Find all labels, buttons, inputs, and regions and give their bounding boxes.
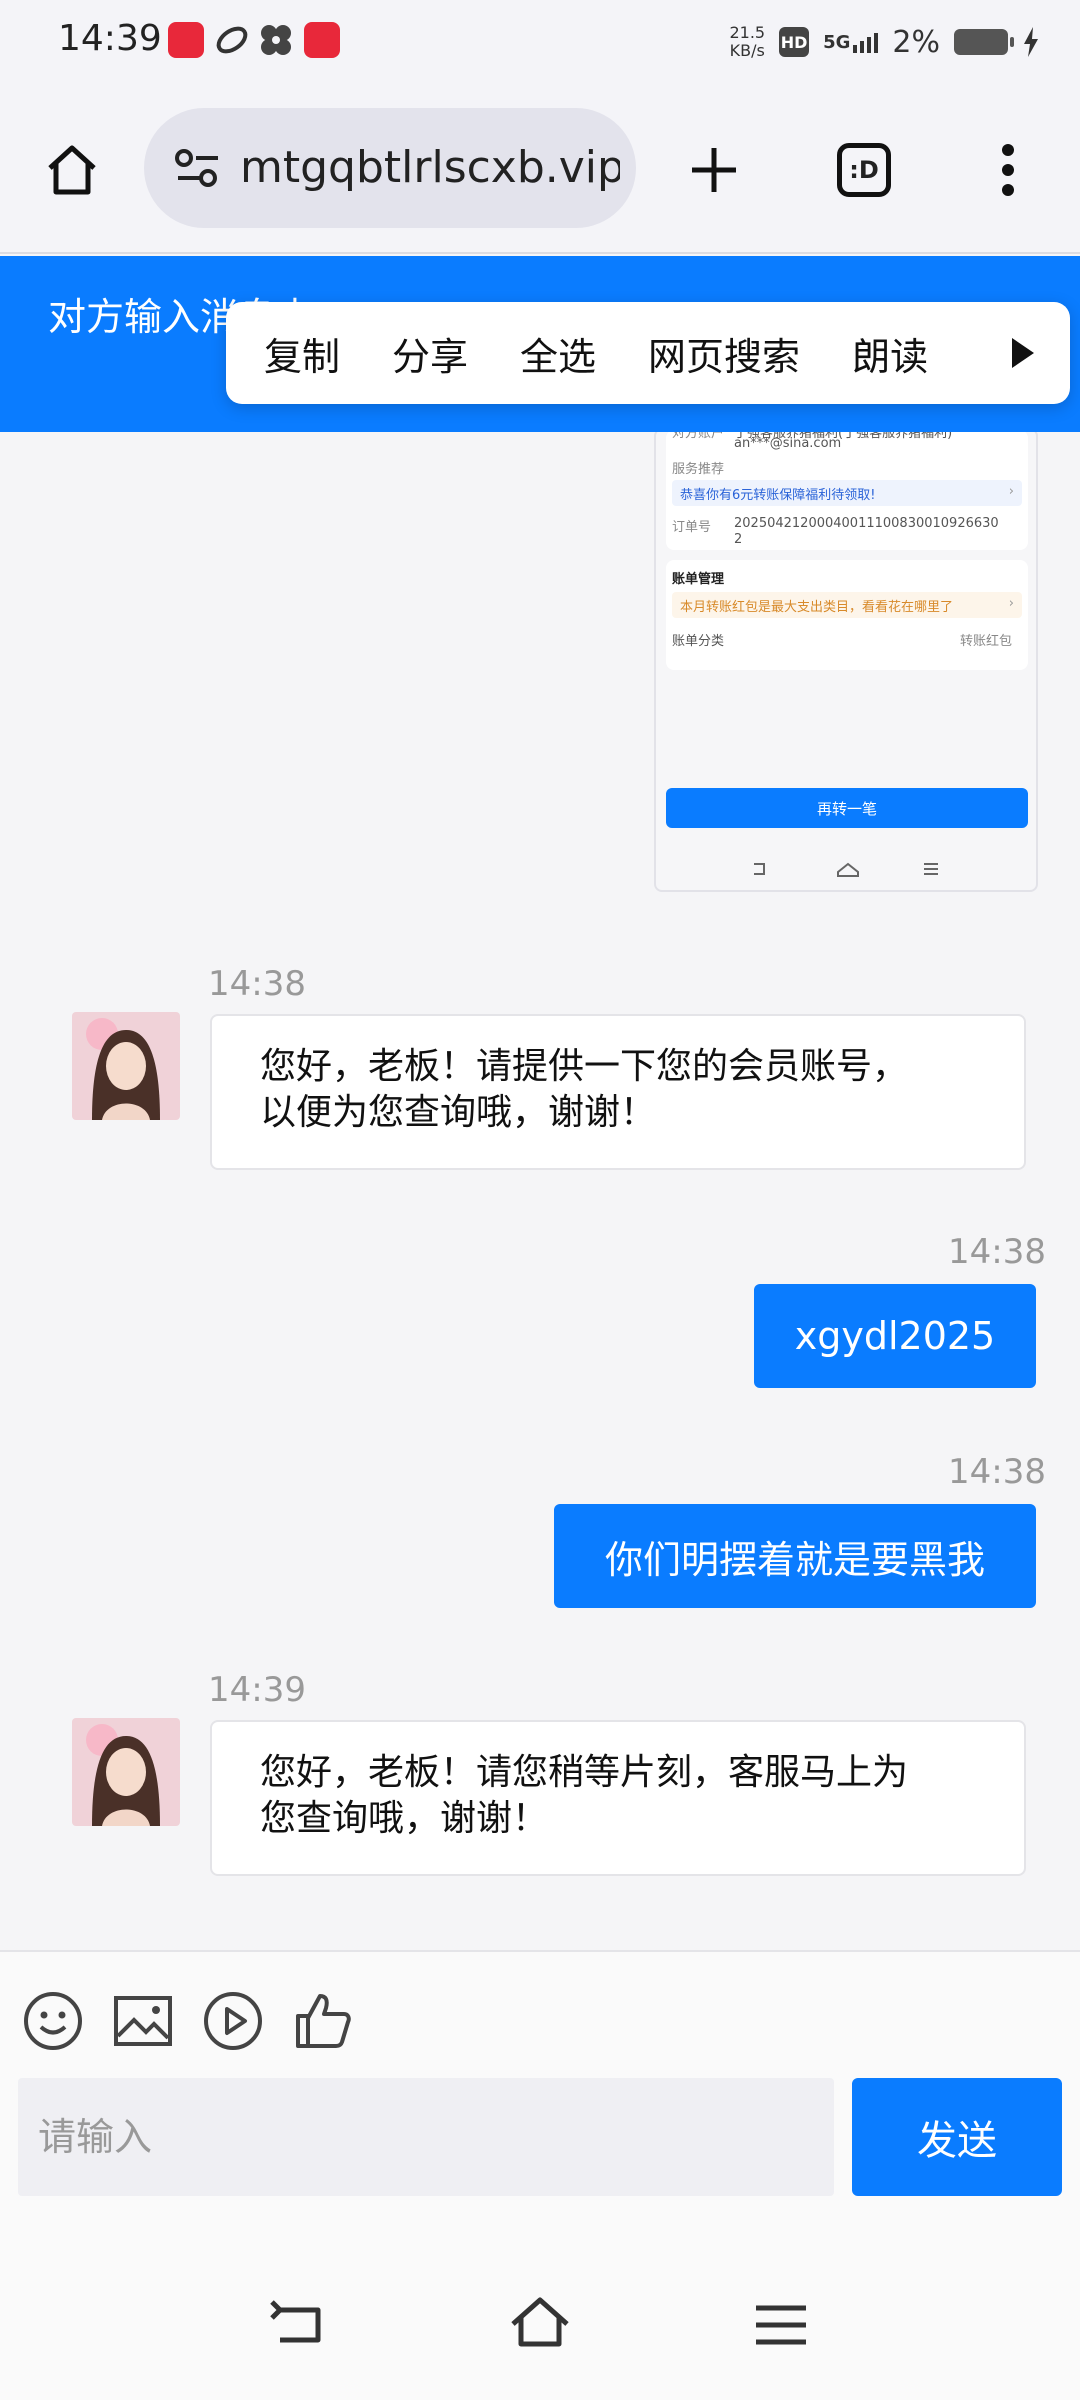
- image-icon[interactable]: [112, 1990, 174, 2052]
- shot-bill-card: 账单管理 本月转账红包是最大支出类目，看看花在哪里了 › 账单分类 转账红包: [666, 560, 1028, 670]
- new-tab-button[interactable]: [678, 134, 750, 206]
- text-selection-menu: 复制 分享 全选 网页搜索 朗读: [226, 302, 1070, 404]
- app-notification-icon-2: [304, 22, 340, 58]
- menu-web-search[interactable]: 网页搜索: [648, 326, 800, 381]
- thumbs-up-icon[interactable]: [292, 1990, 354, 2052]
- link-notification-icon: [214, 22, 250, 58]
- tabs-button[interactable]: :D: [828, 134, 900, 206]
- more-menu-button[interactable]: [972, 134, 1044, 206]
- battery-percent: 2%: [892, 24, 940, 60]
- agent-avatar[interactable]: [72, 1718, 180, 1826]
- incoming-message-bubble[interactable]: 您好，老板！请提供一下您的会员账号， 以便为您查询哦，谢谢！: [210, 1014, 1026, 1170]
- fan-notification-icon: [258, 22, 294, 58]
- back-icon[interactable]: [264, 2290, 334, 2360]
- status-indicators: 21.5 KB/s HD 5G 2%: [729, 20, 1040, 64]
- system-nav-bar: [0, 2250, 1080, 2400]
- menu-more-arrow-icon[interactable]: [1012, 338, 1034, 368]
- message-timestamp: 14:38: [208, 964, 306, 1004]
- incoming-message-bubble[interactable]: 您好，老板！请您稍等片刻，客服马上为 您查询哦，谢谢！: [210, 1720, 1026, 1876]
- message-timestamp: 14:39: [208, 1670, 306, 1710]
- home-nav-icon[interactable]: [505, 2290, 575, 2360]
- url-text[interactable]: mtgqbtlrlscxb.vip: [240, 142, 620, 193]
- message-timestamp: 14:38: [948, 1452, 1046, 1492]
- app-notification-icon: [168, 22, 204, 58]
- composer: 发送: [0, 1950, 1080, 2250]
- status-bar: 14:39 21.5 KB/s HD 5G 2%: [0, 0, 1080, 86]
- emoji-icon[interactable]: [22, 1990, 84, 2052]
- site-settings-icon[interactable]: [168, 138, 228, 198]
- hd-icon: HD: [779, 27, 810, 57]
- menu-read-aloud[interactable]: 朗读: [852, 326, 928, 381]
- signal-icon: 5G: [823, 32, 879, 53]
- outgoing-message-bubble[interactable]: 你们明摆着就是要黑我: [554, 1504, 1036, 1608]
- shared-screenshot-image[interactable]: 对方账户 丁强客服养猪福利(丁强客服养猪福利) an***@sina.com 服…: [654, 432, 1038, 892]
- outgoing-message-bubble[interactable]: xgydl2025: [754, 1284, 1036, 1388]
- new-tab-icon: [692, 148, 736, 192]
- message-input[interactable]: [18, 2078, 834, 2196]
- menu-copy[interactable]: 复制: [264, 326, 340, 381]
- video-icon[interactable]: [202, 1990, 264, 2052]
- net-speed: 21.5 KB/s: [729, 23, 766, 60]
- home-icon: [48, 145, 96, 195]
- recents-icon[interactable]: [746, 2290, 816, 2360]
- tabs-icon: :D: [837, 143, 891, 197]
- charging-icon: [1024, 27, 1038, 57]
- home-button[interactable]: [36, 134, 108, 206]
- message-timestamp: 14:38: [948, 1232, 1046, 1272]
- menu-share[interactable]: 分享: [392, 326, 468, 381]
- browser-toolbar: mtgqbtlrlscxb.vip :D: [0, 86, 1080, 254]
- send-button[interactable]: 发送: [852, 2078, 1062, 2196]
- status-time: 14:39: [58, 18, 162, 59]
- agent-avatar[interactable]: [72, 1012, 180, 1120]
- menu-select-all[interactable]: 全选: [520, 326, 596, 381]
- shot-transfer-again-button: 再转一笔: [666, 788, 1028, 828]
- chat-area[interactable]: 对方账户 丁强客服养猪福利(丁强客服养猪福利) an***@sina.com 服…: [0, 432, 1080, 1950]
- shot-order-card: 对方账户 丁强客服养猪福利(丁强客服养猪福利) an***@sina.com 服…: [666, 432, 1028, 550]
- battery-icon: [954, 29, 1014, 55]
- more-icon: [1002, 144, 1014, 196]
- address-bar[interactable]: mtgqbtlrlscxb.vip: [144, 108, 636, 228]
- shot-nav-row: [656, 854, 1036, 884]
